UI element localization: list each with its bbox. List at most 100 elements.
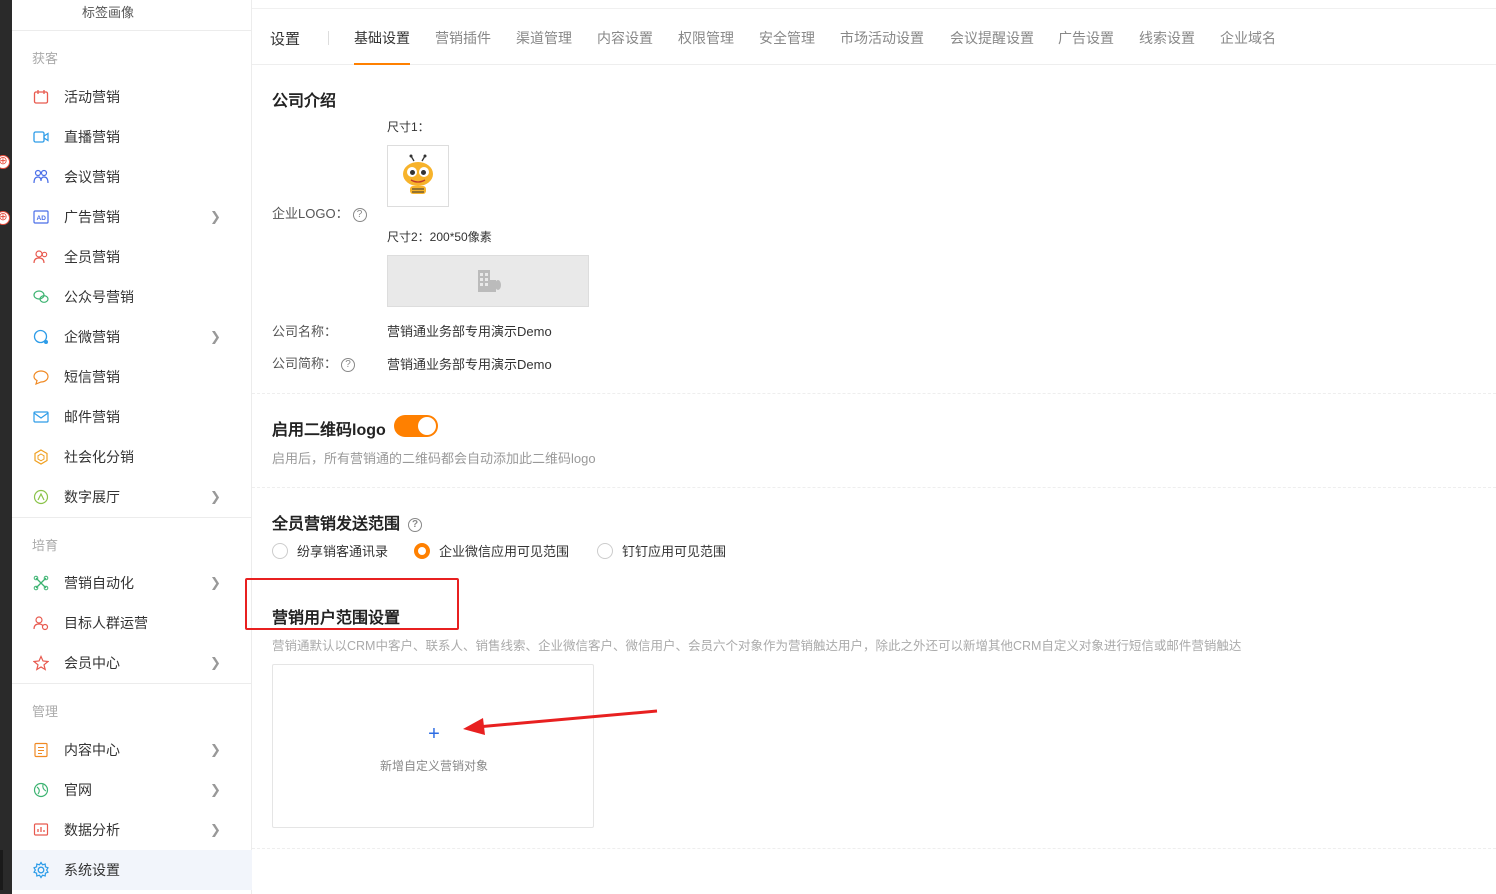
divider xyxy=(252,848,1496,849)
sidebar-item-meeting[interactable]: 会议营销 xyxy=(12,157,252,197)
sidebar-item-label: 目标人群运营 xyxy=(64,615,148,631)
video-icon xyxy=(32,128,50,146)
help-icon[interactable]: ? xyxy=(341,357,356,372)
target-icon xyxy=(32,614,50,632)
sidebar-item-settings[interactable]: 系统设置 xyxy=(0,850,252,890)
user-scope-desc: 营销通默认以CRM中客户、联系人、销售线索、企业微信客户、微信用户、会员六个对象… xyxy=(272,639,1242,653)
settings-tabbar: 设置 基础设置 营销插件 渠道管理 内容设置 权限管理 安全管理 市场活动设置 … xyxy=(252,8,1496,65)
sidebar-item-content[interactable]: 内容中心 ❯ xyxy=(12,730,252,770)
tab-basic[interactable]: 基础设置 xyxy=(354,28,410,48)
active-tab-indicator xyxy=(354,63,410,65)
radio-wecom-scope[interactable]: 企业微信应用可见范围 xyxy=(414,541,569,560)
chevron-right-icon: ❯ xyxy=(210,742,221,757)
people-icon xyxy=(32,248,50,266)
sidebar-item-automation[interactable]: 营销自动化 ❯ xyxy=(12,563,252,603)
sidebar-item-member[interactable]: 会员中心 ❯ xyxy=(12,643,252,683)
qrcode-logo-toggle[interactable] xyxy=(394,415,438,437)
red-arrow-annotation xyxy=(463,709,658,735)
qrcode-desc: 启用后，所有营销通的二维码都会自动添加此二维码logo xyxy=(272,451,596,466)
radio-circle xyxy=(272,542,288,559)
wechat-icon xyxy=(32,288,50,306)
sidebar-item-label: 企微营销 xyxy=(64,329,120,345)
radio-label: 纷享销客通讯录 xyxy=(297,544,389,559)
radio-fxiaoke-contacts[interactable]: 纷享销客通讯录 xyxy=(272,541,388,560)
sidebar-item-label: 会员中心 xyxy=(64,655,120,671)
sidebar-item-ad[interactable]: AD 广告营销 ❯ xyxy=(12,197,252,237)
help-icon[interactable]: ? xyxy=(352,207,367,222)
chevron-right-icon: ❯ xyxy=(210,575,221,590)
tab-permissions[interactable]: 权限管理 xyxy=(678,28,734,48)
svg-text:AD: AD xyxy=(37,215,47,222)
radio-dingtalk-scope[interactable]: 钉钉应用可见范围 xyxy=(597,541,726,560)
sidebar-item-official-account[interactable]: 公众号营销 xyxy=(12,277,252,317)
logo-label: 企业LOGO： xyxy=(272,206,349,221)
chart-icon xyxy=(32,821,50,839)
automation-icon xyxy=(32,574,50,592)
sidebar-item-distribution[interactable]: 社会化分销 xyxy=(12,437,252,477)
showroom-icon xyxy=(32,488,50,506)
content-icon xyxy=(32,741,50,759)
mascot-logo-icon xyxy=(403,154,433,194)
sidebar-top-label[interactable]: 标签画像 xyxy=(82,2,134,21)
sidebar-item-label: 内容中心 xyxy=(64,742,120,758)
sidebar-item-website[interactable]: 官网 ❯ xyxy=(12,770,252,810)
sidebar-item-label: 数据分析 xyxy=(64,822,120,838)
sidebar-item-target-crowd[interactable]: 目标人群运营 xyxy=(12,603,252,643)
calendar-icon xyxy=(32,88,50,106)
gear-icon xyxy=(32,861,50,879)
radio-circle xyxy=(597,542,613,559)
radio-label: 企业微信应用可见范围 xyxy=(439,544,570,559)
company-name-value: 营销通业务部专用演示Demo xyxy=(387,324,552,339)
expand-icon[interactable]: ⊕ xyxy=(0,211,10,225)
sidebar-item-label: 会议营销 xyxy=(64,169,120,185)
tab-campaign[interactable]: 市场活动设置 xyxy=(840,28,924,48)
tab-security[interactable]: 安全管理 xyxy=(759,28,815,48)
main-content: 设置 基础设置 营销插件 渠道管理 内容设置 权限管理 安全管理 市场活动设置 … xyxy=(245,0,1496,894)
add-custom-object-button[interactable]: + 新增自定义营销对象 xyxy=(272,664,594,828)
sidebar-item-live[interactable]: 直播营销 xyxy=(12,117,252,157)
add-custom-object-label: 新增自定义营销对象 xyxy=(379,759,488,773)
page-title: 设置 xyxy=(270,31,301,48)
tab-content[interactable]: 内容设置 xyxy=(597,28,653,48)
radio-label: 钉钉应用可见范围 xyxy=(622,544,727,559)
sidebar-item-label: 官网 xyxy=(64,782,92,798)
sidebar-item-email[interactable]: 邮件营销 xyxy=(12,397,252,437)
company-short-label-row: 公司简称：? xyxy=(272,353,356,372)
group-manage: 管理 xyxy=(32,704,59,719)
sidebar-item-sms[interactable]: 短信营销 xyxy=(12,357,252,397)
help-icon[interactable]: ? xyxy=(408,517,423,532)
chevron-right-icon: ❯ xyxy=(210,782,221,797)
sidebar-item-activity[interactable]: 活动营销 xyxy=(12,77,252,117)
sidebar-item-all-staff[interactable]: 全员营销 xyxy=(12,237,252,277)
tab-channels[interactable]: 渠道管理 xyxy=(516,28,572,48)
group-nurture: 培育 xyxy=(32,538,59,553)
divider xyxy=(12,683,252,684)
tab-meeting-reminder[interactable]: 会议提醒设置 xyxy=(950,28,1034,48)
sidebar-item-label: 社会化分销 xyxy=(64,449,134,465)
company-short-label: 公司简称： xyxy=(272,356,338,371)
tab-ad[interactable]: 广告设置 xyxy=(1058,28,1114,48)
expand-icon[interactable]: ⊕ xyxy=(0,155,10,169)
chevron-right-icon: ❯ xyxy=(210,655,221,670)
sidebar-item-wecom[interactable]: 企微营销 ❯ xyxy=(12,317,252,357)
website-icon xyxy=(32,781,50,799)
scope-heading: 全员营销发送范围 xyxy=(272,516,401,533)
logo-upload-1[interactable] xyxy=(387,145,449,207)
sidebar-item-label: 数字展厅 xyxy=(64,489,120,505)
user-scope-heading: 营销用户范围设置 xyxy=(272,610,401,627)
sidebar-item-label: 短信营销 xyxy=(64,369,120,385)
building-placeholder-icon xyxy=(478,270,501,292)
sidebar-item-showroom[interactable]: 数字展厅 ❯ xyxy=(12,477,252,517)
sidebar-item-label: 直播营销 xyxy=(64,129,120,145)
tab-plugins[interactable]: 营销插件 xyxy=(435,28,491,48)
chevron-right-icon: ❯ xyxy=(210,822,221,837)
toggle-knob xyxy=(418,417,436,435)
tab-leads[interactable]: 线索设置 xyxy=(1139,28,1195,48)
divider xyxy=(328,31,329,45)
logo-upload-2[interactable] xyxy=(387,255,589,307)
sidebar-item-analytics[interactable]: 数据分析 ❯ xyxy=(12,810,252,850)
tab-domain[interactable]: 企业域名 xyxy=(1220,28,1276,48)
sidebar-item-label: 公众号营销 xyxy=(64,289,134,305)
divider xyxy=(12,30,252,31)
divider xyxy=(12,517,252,518)
